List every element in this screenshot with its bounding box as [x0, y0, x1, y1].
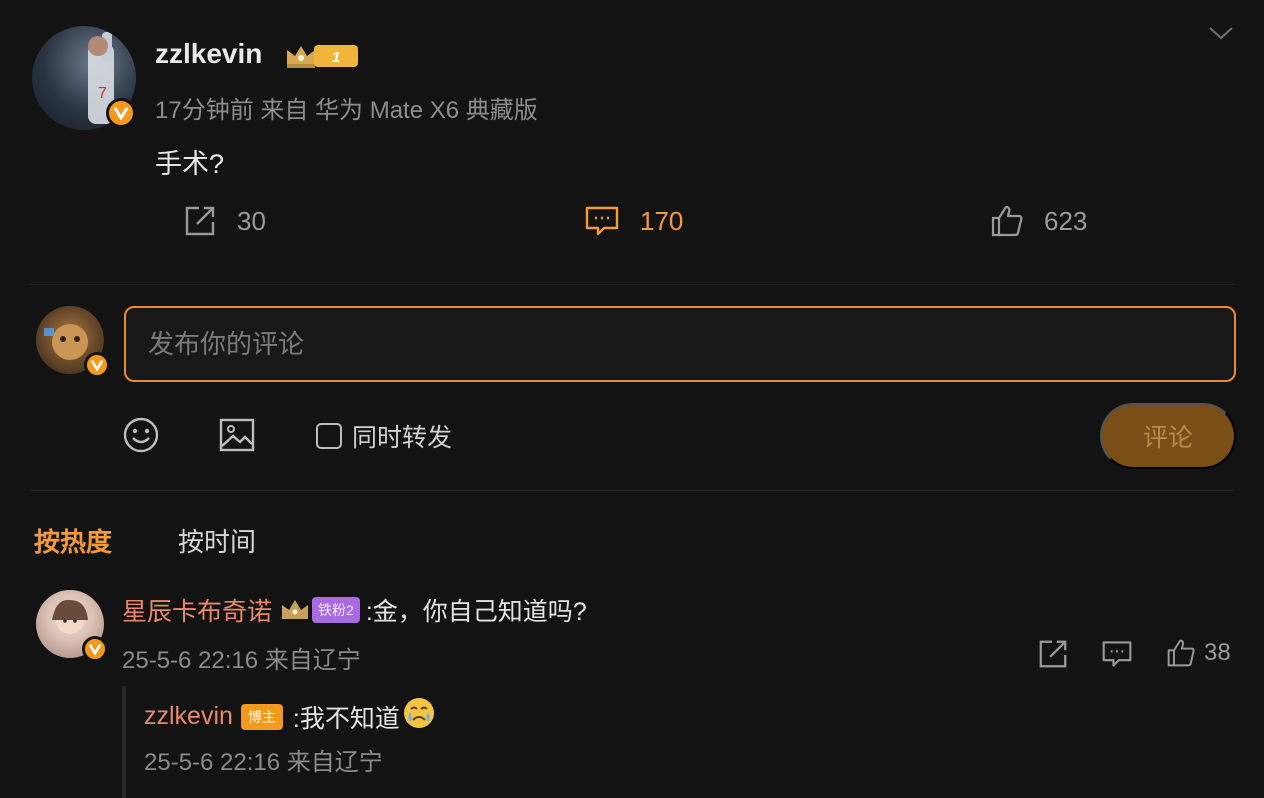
tab-sort-hot[interactable]: 按热度 [34, 522, 112, 559]
image-upload-button[interactable] [218, 416, 256, 459]
level-crown-badge: 1 [284, 40, 360, 75]
comment-author-avatar[interactable] [36, 590, 108, 662]
thumbs-up-icon [1167, 639, 1195, 667]
current-user-avatar[interactable] [36, 306, 110, 378]
forward-checkbox[interactable]: 同时转发 [316, 418, 452, 454]
fan-level-pill: 铁粉2 [312, 597, 360, 623]
crying-emoji-icon [402, 696, 436, 737]
comment-count: 170 [640, 205, 684, 236]
comment-button[interactable]: 170 [584, 204, 683, 238]
post-author-avatar[interactable]: 7 [32, 26, 136, 130]
repost-icon [1039, 640, 1067, 668]
author-tag: 博主 [240, 703, 283, 730]
checkbox-box[interactable] [316, 423, 342, 449]
image-icon [219, 418, 255, 452]
comment-repost-button[interactable] [1037, 638, 1069, 670]
like-button[interactable]: 623 [990, 204, 1087, 238]
post-username[interactable]: zzlkevin [155, 38, 262, 70]
comment-line: 星辰卡布奇诺 铁粉2 :金，你自己知道吗? [122, 592, 587, 628]
crown-icon [282, 600, 309, 619]
verified-badge-icon [84, 352, 110, 378]
comment-text: :金，你自己知道吗? [365, 598, 587, 626]
post-meta: 17分钟前 来自 华为 Mate X6 典藏版 [155, 97, 538, 124]
reply-line: zzlkevin 博主 :我不知道 [144, 696, 436, 737]
divider [30, 490, 1234, 491]
emoji-button[interactable] [122, 416, 160, 459]
fan-badge: 铁粉2 [280, 596, 360, 624]
verified-badge-icon [106, 98, 136, 128]
chevron-down-icon[interactable] [1208, 24, 1234, 47]
repost-button[interactable]: 30 [183, 204, 266, 238]
comment-like-count: 38 [1204, 639, 1231, 666]
svg-text:7: 7 [98, 85, 107, 102]
like-count: 623 [1044, 205, 1088, 236]
comment-like-button[interactable]: 38 [1166, 638, 1231, 668]
comment-icon [1102, 641, 1132, 667]
tab-sort-time[interactable]: 按时间 [178, 522, 256, 559]
smiley-icon [123, 417, 159, 453]
reply-username[interactable]: zzlkevin [144, 702, 233, 731]
level-badge-text: 1 [332, 49, 340, 66]
comment-input[interactable] [124, 306, 1236, 382]
reply-thread-line [122, 686, 126, 798]
post-text: 手术? [155, 149, 225, 179]
comment-icon [585, 206, 619, 236]
weibo-post-page: 7 zzlkevin 1 17分钟前 来自 华为 Mate X6 典藏版 手术?… [0, 0, 1264, 798]
reply-text: :我不知道 [292, 704, 400, 733]
reply-meta: 25-5-6 22:16 来自辽宁 [144, 749, 383, 776]
submit-comment-button[interactable]: 评论 [1100, 403, 1236, 469]
comment-meta: 25-5-6 22:16 来自辽宁 [122, 647, 361, 674]
comment-username[interactable]: 星辰卡布奇诺 [122, 592, 272, 628]
divider [30, 284, 1234, 285]
verified-badge-icon [82, 636, 108, 662]
thumbs-up-icon [991, 205, 1023, 237]
forward-label: 同时转发 [352, 424, 453, 452]
repost-count: 30 [237, 205, 266, 236]
comment-reply-button[interactable] [1101, 638, 1133, 670]
repost-icon [185, 206, 215, 236]
